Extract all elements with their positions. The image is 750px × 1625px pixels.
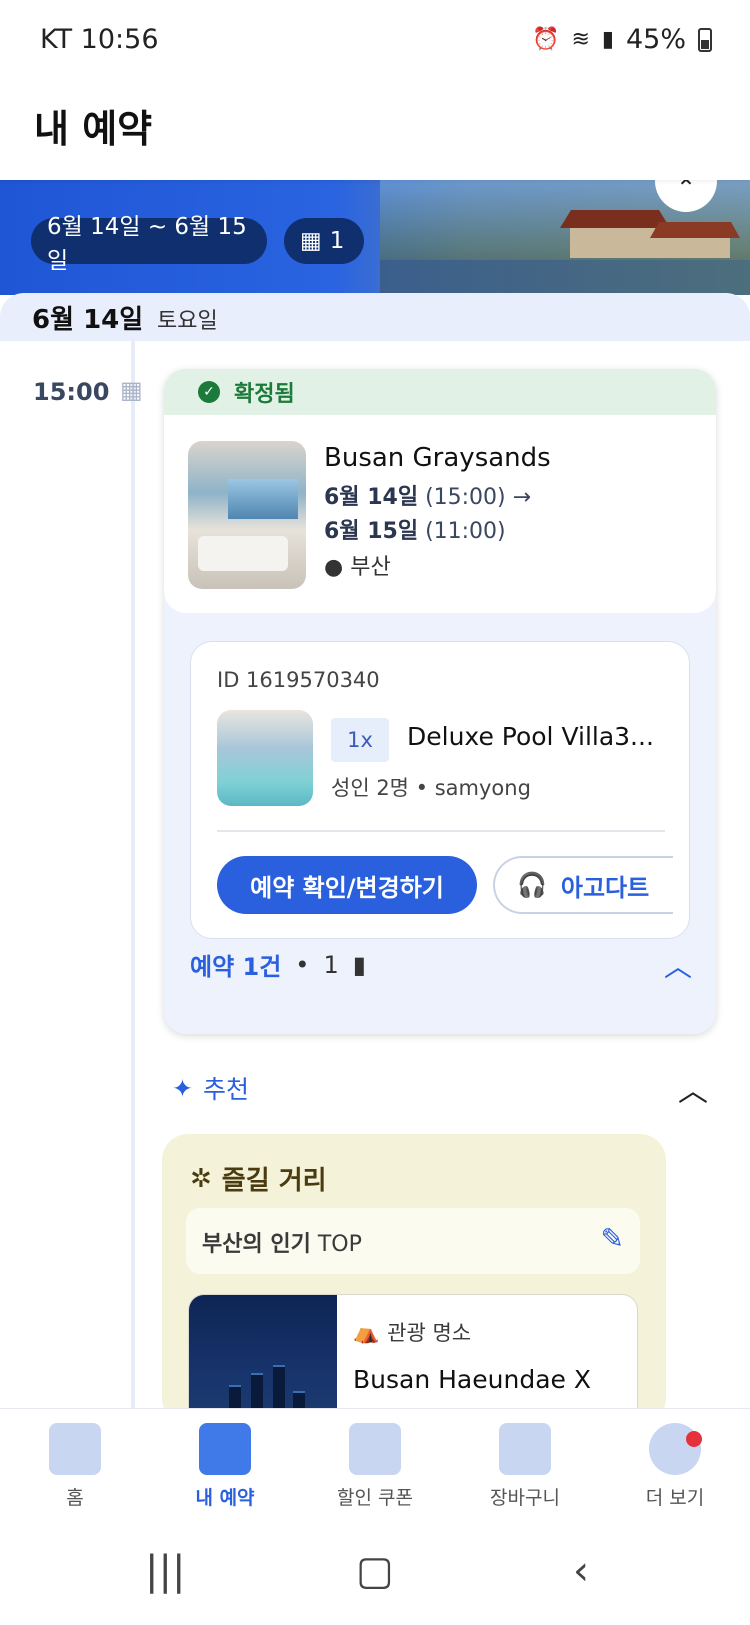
attraction-name: Busan Haeundae X bbox=[353, 1365, 591, 1394]
sparkle-icon: ✦ bbox=[172, 1073, 193, 1103]
timeline-line bbox=[131, 341, 135, 1411]
hd-signal-icon: ▮ bbox=[601, 27, 614, 52]
status-icons: ⏰ ≋ ▮ 45% bbox=[532, 24, 712, 55]
status-badge: ✓ 확정됨 bbox=[164, 369, 716, 415]
coupon-tag-icon bbox=[349, 1423, 401, 1475]
room-quantity: 1x bbox=[331, 718, 389, 762]
status-carrier-time: KT 10:56 bbox=[40, 24, 159, 55]
home-icon bbox=[49, 1423, 101, 1475]
building-icon: ▦ bbox=[120, 376, 143, 404]
check-circle-icon: ✓ bbox=[198, 381, 220, 403]
hotel-summary[interactable]: Busan Graysands 6월 14일 (15:00) → 6월 15일 … bbox=[164, 415, 716, 613]
bottom-nav: 홈 내 예약 할인 쿠폰 장바구니 더 보기 bbox=[0, 1408, 750, 1518]
nav-coupons[interactable]: 할인 쿠폰 bbox=[300, 1423, 450, 1510]
checkout-line: 6월 15일 (11:00) bbox=[324, 519, 506, 544]
nav-more[interactable]: 더 보기 bbox=[600, 1423, 750, 1510]
back-button[interactable]: ‹ bbox=[573, 1548, 589, 1594]
home-button[interactable]: ▢ bbox=[356, 1548, 394, 1594]
recommend-section-header: ✦ 추천 bbox=[172, 1073, 249, 1105]
nav-my-bookings[interactable]: 내 예약 bbox=[150, 1423, 300, 1510]
guest-info: 성인 2명 • samyong bbox=[331, 776, 531, 800]
chevron-up-icon: ⌃ bbox=[675, 180, 697, 202]
recent-apps-button[interactable]: ||| bbox=[145, 1548, 185, 1594]
cart-icon bbox=[499, 1423, 551, 1475]
fun-things-card: ✲ 즐길 거리 부산의 인기 TOP ✎ ⛺ 관광 명소 Busan Haeun… bbox=[162, 1134, 666, 1434]
checkin-line: 6월 14일 (15:00) → bbox=[324, 485, 532, 510]
battery-text: 45% bbox=[625, 24, 686, 55]
reservation-card[interactable]: ✓ 확정됨 Busan Graysands 6월 14일 (15:00) → 6… bbox=[164, 369, 716, 1034]
hotel-thumbnail bbox=[188, 441, 306, 589]
divider bbox=[217, 830, 665, 832]
date-range-pill: 6월 14일 ~ 6월 15일 bbox=[31, 214, 267, 274]
booking-detail: ID 1619570340 1x Deluxe Pool Villa3... 성… bbox=[190, 641, 690, 939]
battery-icon bbox=[698, 27, 712, 52]
hotel-location: ● 부산 bbox=[324, 555, 391, 580]
status-bar: KT 10:56 ⏰ ≋ ▮ 45% bbox=[0, 0, 750, 80]
building-icon: ▦ bbox=[300, 228, 322, 254]
manage-booking-button[interactable]: 예약 확인/변경하기 bbox=[217, 856, 477, 914]
day-weekday: 토요일 bbox=[157, 309, 218, 334]
tent-icon: ⛺ bbox=[353, 1319, 380, 1344]
door-icon: ▮ bbox=[352, 950, 366, 979]
ferris-wheel-icon: ✲ bbox=[190, 1163, 212, 1194]
fun-title: ✲ 즐길 거리 bbox=[190, 1163, 327, 1197]
system-nav-bar: ||| ▢ ‹ bbox=[0, 1518, 750, 1625]
hotel-name: Busan Graysands bbox=[324, 443, 551, 473]
nav-home[interactable]: 홈 bbox=[0, 1423, 150, 1510]
wifi-icon: ≋ bbox=[571, 27, 590, 52]
page-title: 내 예약 bbox=[34, 107, 153, 151]
timeline-time: 15:00 bbox=[33, 378, 110, 406]
chevron-up-icon: ︿ bbox=[663, 950, 692, 983]
location-pin-icon: ● bbox=[324, 555, 344, 580]
notification-dot bbox=[686, 1431, 702, 1447]
chevron-up-icon: ︿ bbox=[678, 1074, 708, 1109]
edit-icon[interactable]: ✎ bbox=[601, 1222, 624, 1255]
collapse-recommend-button[interactable]: ︿ bbox=[678, 1066, 708, 1110]
room-name: Deluxe Pool Villa3... bbox=[407, 722, 654, 751]
nav-cart[interactable]: 장바구니 bbox=[450, 1423, 600, 1510]
suitcase-icon bbox=[199, 1423, 251, 1475]
attraction-category: ⛺ 관광 명소 bbox=[353, 1319, 472, 1346]
day-date: 6월 14일 bbox=[32, 305, 144, 335]
booking-summary: 예약 1건 • 1 ▮ bbox=[190, 950, 366, 982]
room-thumbnail bbox=[217, 710, 313, 806]
headset-icon: 🎧 bbox=[517, 871, 547, 899]
booking-id: ID 1619570340 bbox=[217, 668, 380, 692]
collapse-booking-button[interactable]: ︿ bbox=[664, 945, 692, 985]
popular-top-box[interactable]: 부산의 인기 TOP ✎ bbox=[186, 1208, 640, 1274]
trip-banner: ⌃ 6월 14일 ~ 6월 15일 ▦ 1 bbox=[0, 180, 750, 295]
property-count-pill: ▦ 1 bbox=[284, 218, 364, 264]
day-header: 6월 14일 토요일 bbox=[0, 293, 750, 341]
alarm-icon: ⏰ bbox=[532, 27, 560, 52]
agoda-support-button[interactable]: 🎧 아고다트 bbox=[493, 856, 673, 914]
app-header: 내 예약 bbox=[0, 80, 750, 180]
arrow-right-icon: → bbox=[512, 485, 532, 510]
